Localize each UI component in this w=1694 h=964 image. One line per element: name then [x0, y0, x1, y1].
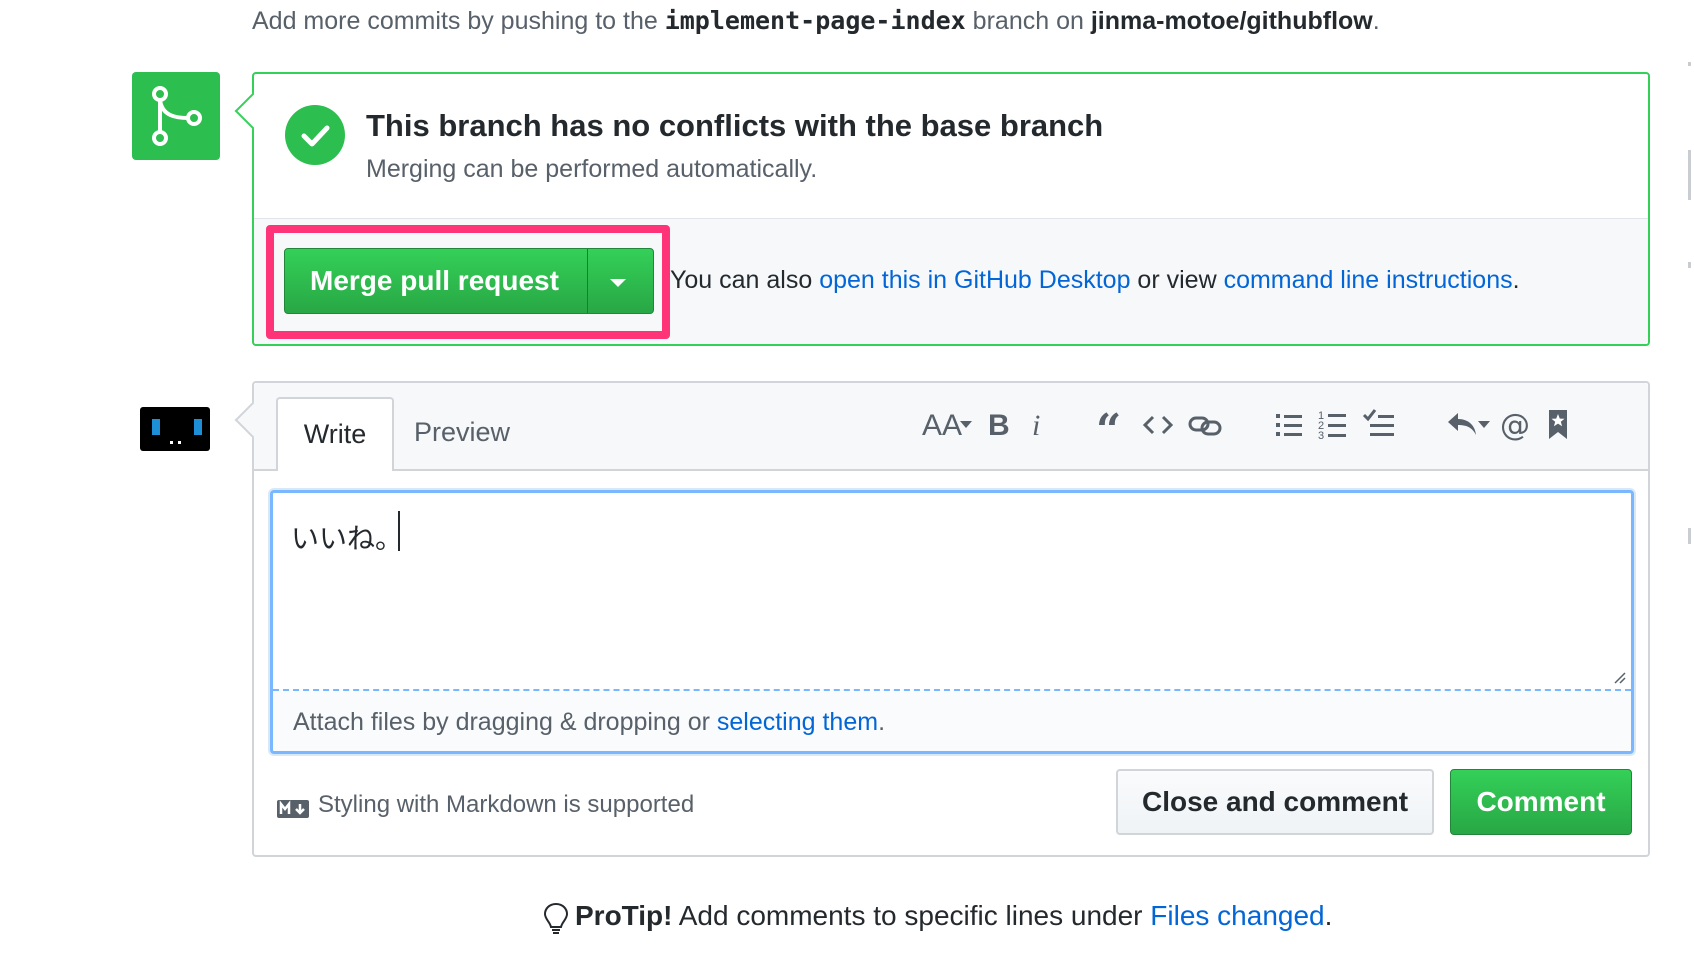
unordered-list-icon[interactable] [1274, 405, 1304, 445]
protip: ProTip! Add comments to specific lines u… [575, 900, 1332, 932]
close-and-comment-button[interactable]: Close and comment [1116, 769, 1434, 835]
comment-textarea[interactable]: いいね。 Attach files by dragging & dropping… [270, 490, 1634, 754]
protip-text: Add comments to specific lines under [672, 900, 1151, 931]
merge-button-divider [587, 249, 588, 313]
repo-name: jinma-motoe/githubflow [1090, 7, 1373, 35]
close-and-comment-label: Close and comment [1141, 786, 1409, 817]
resize-handle-icon[interactable] [1611, 669, 1627, 685]
merge-subtext: Merging can be performed automatically. [366, 155, 818, 183]
push-instructions-middle: branch on [965, 7, 1091, 35]
scroll-mark [1688, 150, 1691, 200]
svg-text:“: “ [1096, 405, 1121, 445]
merge-heading: This branch has no conflicts with the ba… [366, 108, 1104, 143]
attach-files-text: Attach files by dragging & dropping or s… [293, 708, 885, 737]
comment-text-value: いいね。 [291, 522, 404, 555]
push-instructions-suffix: . [1372, 7, 1380, 35]
push-instructions-prefix: Add more commits by pushing to the [252, 7, 665, 35]
tab-write[interactable]: Write [276, 397, 394, 471]
also-prefix: You can also [670, 266, 820, 294]
merge-pull-request-button[interactable]: Merge pull request [284, 248, 654, 314]
ordered-list-icon[interactable]: 123 [1318, 405, 1348, 445]
markdown-icon [277, 800, 309, 818]
protip-label: ProTip! [575, 900, 673, 931]
files-changed-link[interactable]: Files changed [1150, 900, 1324, 931]
mention-icon[interactable]: @ [1500, 405, 1532, 445]
branch-name: implement-page-index [664, 6, 966, 35]
protip-suffix: . [1324, 900, 1333, 931]
attach-files-bar[interactable]: Attach files by dragging & dropping or s… [273, 689, 1631, 751]
text-caret [398, 511, 400, 551]
merge-status: This branch has no conflicts with the ba… [254, 74, 1648, 218]
attach-prefix: Attach files by dragging & dropping or [293, 708, 717, 736]
avatar-eye-right [194, 419, 202, 435]
merge-alternatives: You can also open this in GitHub Desktop… [670, 266, 1520, 295]
svg-text:B: B [988, 409, 1010, 442]
command-line-instructions-link[interactable]: command line instructions [1224, 266, 1513, 294]
check-icon [285, 105, 345, 165]
reply-icon[interactable] [1446, 405, 1492, 445]
scrollbar[interactable] [1686, 0, 1694, 964]
open-in-desktop-link[interactable]: open this in GitHub Desktop [819, 266, 1130, 294]
comment-form: Write Preview AA B i “ 123 @ いいね。 Attach… [234, 381, 1650, 857]
push-instructions: Add more commits by pushing to the imple… [252, 6, 1380, 36]
link-icon[interactable] [1188, 405, 1222, 445]
avatar-dot [170, 441, 173, 444]
quote-icon[interactable]: “ [1096, 405, 1130, 445]
scroll-mark [1688, 62, 1691, 66]
bold-icon[interactable]: B [986, 405, 1014, 445]
also-suffix: . [1512, 266, 1520, 294]
attach-suffix: . [878, 708, 886, 736]
comment-tab-bar: Write Preview AA B i “ 123 @ [254, 383, 1648, 471]
light-bulb-icon [543, 902, 569, 934]
svg-text:@: @ [1500, 408, 1530, 443]
italic-icon[interactable]: i [1028, 405, 1048, 445]
tab-preview[interactable]: Preview [414, 417, 510, 448]
svg-text:i: i [1032, 409, 1040, 442]
scroll-mark [1688, 262, 1691, 268]
avatar-eye-left [152, 419, 160, 435]
git-merge-icon [132, 72, 220, 160]
text-size-icon[interactable]: AA [920, 405, 976, 445]
merge-button-label: Merge pull request [310, 265, 559, 296]
scroll-mark [1688, 528, 1691, 544]
caret-down-icon[interactable] [606, 271, 630, 293]
bookmark-icon[interactable] [1546, 405, 1570, 445]
avatar-dot [178, 441, 181, 444]
comment-button-label: Comment [1476, 786, 1606, 817]
markdown-support-link[interactable]: Styling with Markdown is supported [318, 791, 694, 819]
select-files-link[interactable]: selecting them [717, 708, 878, 736]
svg-text:3: 3 [1318, 430, 1324, 442]
code-icon[interactable] [1142, 405, 1174, 445]
comment-button[interactable]: Comment [1450, 769, 1632, 835]
avatar[interactable] [140, 407, 210, 451]
task-list-icon[interactable] [1362, 405, 1396, 445]
tab-write-label: Write [303, 419, 367, 449]
also-middle: or view [1130, 266, 1224, 294]
svg-text:AA: AA [922, 409, 962, 442]
